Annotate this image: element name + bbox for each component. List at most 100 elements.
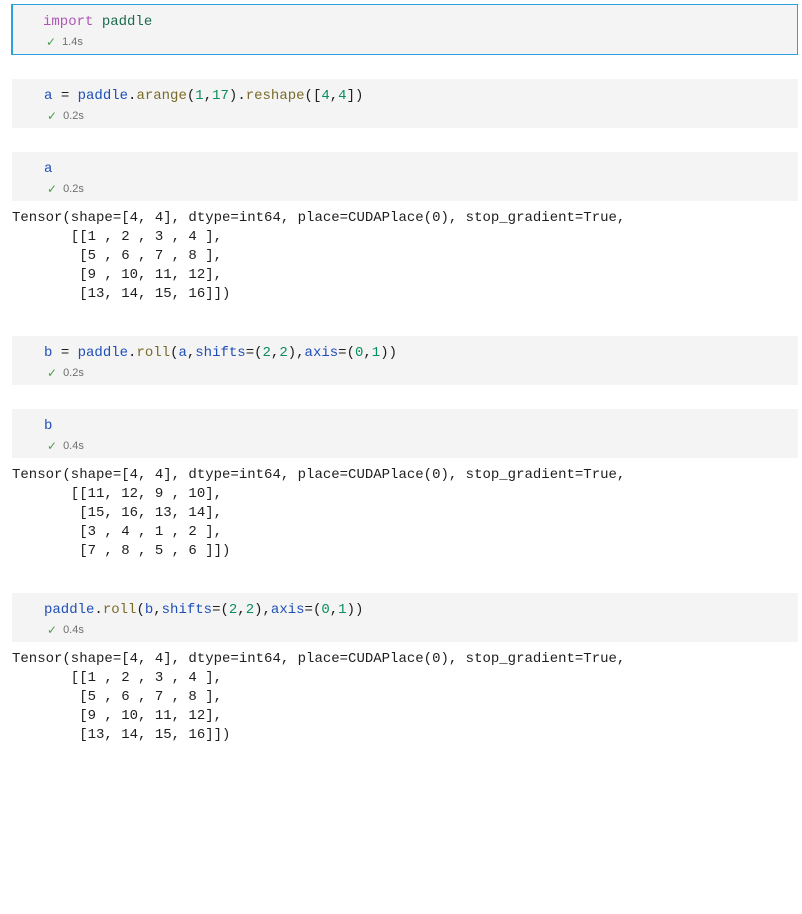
code-token: reshape [246,88,305,104]
code-token: a [178,345,186,361]
code-line[interactable]: b = paddle.roll(a,shifts=(2,2),axis=(0,1… [44,344,790,363]
notebook-cell[interactable]: b = paddle.roll(a,shifts=(2,2),axis=(0,1… [12,336,798,385]
code-token: b [145,602,153,618]
code-line[interactable]: a [44,160,790,179]
code-token: , [204,88,212,104]
code-token [69,88,77,104]
cell-status-bar: ✓ 0.2s [44,363,790,383]
code-token: 0 [321,602,329,618]
notebook-cell[interactable]: import paddle ✓ 1.4s [11,4,798,55]
code-token: ( [136,602,144,618]
code-token: roll [103,602,137,618]
check-icon: ✓ [46,36,56,48]
code-token: 1 [372,345,380,361]
code-token: = [305,602,313,618]
code-token: 4 [321,88,329,104]
code-token [93,14,101,30]
code-token: , [237,602,245,618]
exec-time: 0.2s [63,183,84,195]
cell-status-bar: ✓ 0.4s [44,620,790,640]
check-icon: ✓ [47,440,57,452]
check-icon: ✓ [47,624,57,636]
code-token: 2 [263,345,271,361]
code-token: ) [254,602,262,618]
code-token: ) [355,88,363,104]
code-token: axis [305,345,339,361]
cell-output: Tensor(shape=[4, 4], dtype=int64, place=… [12,458,798,569]
cell-status-bar: ✓ 0.2s [44,106,790,126]
cell-status-bar: ✓ 0.2s [44,179,790,199]
code-token: paddle [78,345,128,361]
cell-input[interactable]: import paddle ✓ 1.4s [11,4,798,55]
code-token: 17 [212,88,229,104]
code-token: ) [347,602,355,618]
code-token: = [338,345,346,361]
code-token: a [44,161,52,177]
cell-input[interactable]: b = paddle.roll(a,shifts=(2,2),axis=(0,1… [12,336,798,385]
code-token: paddle [102,14,152,30]
code-token: 2 [279,345,287,361]
notebook-cell[interactable]: a ✓ 0.2s Tensor(shape=[4, 4], dtype=int64, … [12,152,798,312]
code-line[interactable]: a = paddle.arange(1,17).reshape([4,4]) [44,87,790,106]
exec-time: 0.2s [63,110,84,122]
code-token: . [94,602,102,618]
code-token: = [246,345,254,361]
code-token: ] [347,88,355,104]
cell-input[interactable]: paddle.roll(b,shifts=(2,2),axis=(0,1))✓0… [12,593,798,642]
check-icon: ✓ [47,110,57,122]
code-token [52,88,60,104]
code-token: 4 [338,88,346,104]
code-token: , [330,88,338,104]
cell-status-bar: ✓ 0.4s [44,436,790,456]
exec-time: 0.4s [63,440,84,452]
code-token: axis [271,602,305,618]
code-token: paddle [78,88,128,104]
exec-time: 1.4s [62,36,83,48]
notebook-cell[interactable]: b ✓ 0.4s Tensor(shape=[4, 4], dtype=int64, … [12,409,798,569]
code-token: ) [389,345,397,361]
cell-output: Tensor(shape=[4, 4], dtype=int64, place=… [12,642,798,753]
code-token: , [296,345,304,361]
code-token: ) [288,345,296,361]
check-icon: ✓ [47,367,57,379]
code-token: ( [220,602,228,618]
code-token: b [44,418,52,434]
notebook-cell[interactable]: paddle.roll(b,shifts=(2,2),axis=(0,1))✓0… [12,593,798,753]
cell-output: Tensor(shape=[4, 4], dtype=int64, place=… [12,201,798,312]
code-token: import [43,14,93,30]
cell-input[interactable]: a = paddle.arange(1,17).reshape([4,4])✓0… [12,79,798,128]
notebook-container: import paddle✓1.4sa = paddle.arange(1,17… [0,4,798,753]
code-line[interactable]: import paddle [43,13,789,32]
exec-time: 0.2s [63,367,84,379]
code-token: , [153,602,161,618]
code-token: shifts [195,345,245,361]
code-token: , [263,602,271,618]
code-token: = [61,88,69,104]
code-token: = [61,345,69,361]
code-token: arange [136,88,186,104]
code-token: 2 [246,602,254,618]
code-token: ) [355,602,363,618]
exec-time: 0.4s [63,624,84,636]
code-token: roll [136,345,170,361]
notebook-cell[interactable]: a = paddle.arange(1,17).reshape([4,4])✓0… [12,79,798,128]
code-token: ( [254,345,262,361]
code-token [69,345,77,361]
cell-input[interactable]: a ✓ 0.2s [12,152,798,201]
cell-status-bar: ✓ 1.4s [43,32,789,52]
cell-input[interactable]: b ✓ 0.4s [12,409,798,458]
code-token: paddle [44,602,94,618]
code-token [52,345,60,361]
code-token: 1 [195,88,203,104]
code-token: , [363,345,371,361]
code-token: shifts [162,602,212,618]
code-token: ) [380,345,388,361]
code-token: 1 [338,602,346,618]
code-line[interactable]: paddle.roll(b,shifts=(2,2),axis=(0,1)) [44,601,790,620]
code-token: ( [305,88,313,104]
code-token: . [237,88,245,104]
code-token: ( [347,345,355,361]
code-token: , [330,602,338,618]
check-icon: ✓ [47,183,57,195]
code-line[interactable]: b [44,417,790,436]
